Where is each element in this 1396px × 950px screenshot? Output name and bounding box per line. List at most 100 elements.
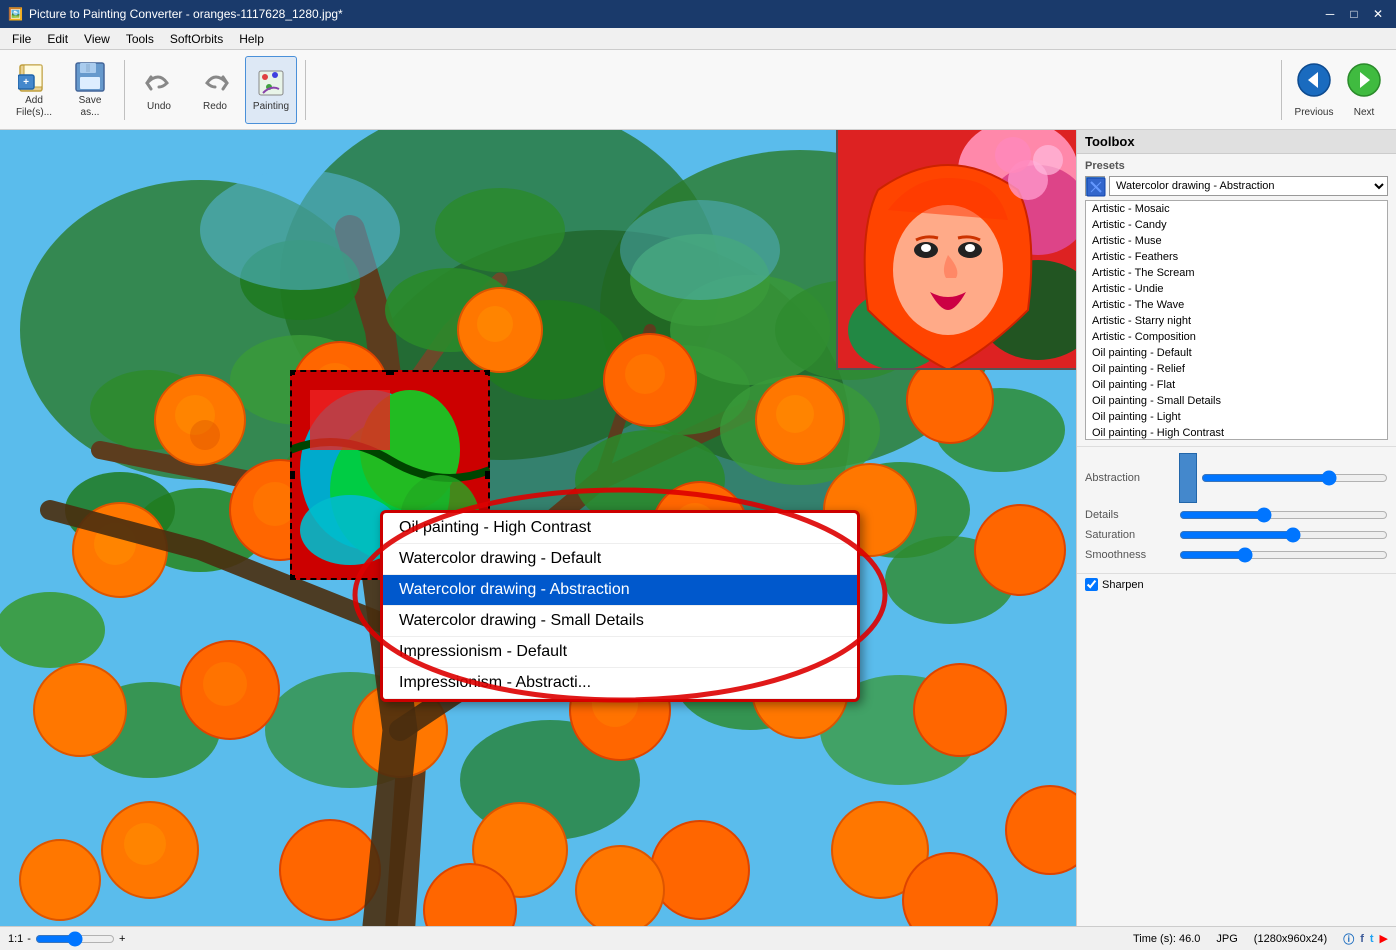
undo-button[interactable]: Undo bbox=[133, 56, 185, 124]
redo-button[interactable]: Redo bbox=[189, 56, 241, 124]
preset-item[interactable]: Oil painting - Default bbox=[1086, 345, 1387, 361]
smoothness-slider-row: Smoothness bbox=[1085, 547, 1388, 563]
preset-item[interactable]: Oil painting - Small Details bbox=[1086, 393, 1387, 409]
preset-item[interactable]: Oil painting - High Contrast bbox=[1086, 425, 1387, 440]
toolbox-header: Toolbox bbox=[1077, 130, 1396, 154]
preset-item[interactable]: Artistic - Composition bbox=[1086, 329, 1387, 345]
time-label: Time (s): 46.0 bbox=[1133, 933, 1200, 945]
preset-item[interactable]: Oil painting - Flat bbox=[1086, 377, 1387, 393]
sharpen-label[interactable]: Sharpen bbox=[1102, 579, 1144, 591]
save-as-button[interactable]: Saveas... bbox=[64, 56, 116, 124]
sharpen-checkbox[interactable] bbox=[1085, 578, 1098, 591]
undo-label: Undo bbox=[147, 101, 171, 112]
saturation-label: Saturation bbox=[1085, 529, 1175, 541]
details-slider-row: Details bbox=[1085, 507, 1388, 523]
title-bar: 🖼️ Picture to Painting Converter - orang… bbox=[0, 0, 1396, 28]
saturation-slider[interactable] bbox=[1179, 527, 1388, 543]
svg-text:+: + bbox=[23, 77, 29, 88]
menu-softorbits[interactable]: SoftOrbits bbox=[162, 30, 231, 48]
zoom-label: 1:1 bbox=[8, 933, 23, 945]
details-slider[interactable] bbox=[1179, 507, 1388, 523]
toolbox-title: Toolbox bbox=[1085, 134, 1135, 149]
toolbar-sep-1 bbox=[124, 60, 125, 120]
toolbar: + AddFile(s)... Saveas... Undo bbox=[0, 50, 1396, 130]
close-button[interactable]: ✕ bbox=[1368, 4, 1388, 24]
maximize-button[interactable]: □ bbox=[1344, 4, 1364, 24]
add-file-label: AddFile(s)... bbox=[16, 95, 52, 119]
menu-bar: File Edit View Tools SoftOrbits Help bbox=[0, 28, 1396, 50]
minimize-button[interactable]: ─ bbox=[1320, 4, 1340, 24]
dropdown-item-watercolor-abstraction[interactable]: Watercolor drawing - Abstraction bbox=[383, 575, 857, 606]
abstraction-slider-row: Abstraction bbox=[1085, 453, 1388, 503]
abstraction-slider[interactable] bbox=[1201, 470, 1388, 486]
redo-label: Redo bbox=[203, 101, 227, 112]
info-icon[interactable]: ⓘ bbox=[1343, 931, 1354, 947]
main-area: Oil painting - High Contrast Watercolor … bbox=[0, 130, 1396, 926]
preset-item[interactable]: Oil painting - Light bbox=[1086, 409, 1387, 425]
presets-section: Presets Watercolor drawing - Abstractio.… bbox=[1077, 154, 1396, 447]
undo-icon bbox=[143, 67, 175, 99]
youtube-icon[interactable]: ▶ bbox=[1380, 932, 1388, 945]
preset-dropdown[interactable]: Watercolor drawing - Abstractio... Artis… bbox=[1109, 176, 1388, 196]
preset-item[interactable]: Oil painting - Relief bbox=[1086, 361, 1387, 377]
preset-item[interactable]: Artistic - Mosaic bbox=[1086, 201, 1387, 217]
previous-icon bbox=[1296, 62, 1332, 105]
details-label: Details bbox=[1085, 509, 1175, 521]
twitter-icon[interactable]: t bbox=[1370, 933, 1374, 945]
menu-file[interactable]: File bbox=[4, 30, 39, 48]
large-dropdown-popup: Oil painting - High Contrast Watercolor … bbox=[380, 510, 860, 702]
toolbar-sep-2 bbox=[305, 60, 306, 120]
format-label: JPG bbox=[1216, 933, 1237, 945]
format-item: JPG bbox=[1216, 933, 1237, 945]
nav-area: Previous Next bbox=[1275, 56, 1388, 124]
preset-list: Artistic - Mosaic Artistic - Candy Artis… bbox=[1085, 200, 1388, 440]
preset-icon bbox=[1085, 176, 1105, 196]
preset-item[interactable]: Artistic - Feathers bbox=[1086, 249, 1387, 265]
menu-view[interactable]: View bbox=[76, 30, 118, 48]
previous-button[interactable]: Previous bbox=[1290, 56, 1338, 124]
zoom-plus-icon[interactable]: + bbox=[119, 933, 125, 945]
save-icon bbox=[74, 61, 106, 93]
saturation-slider-row: Saturation bbox=[1085, 527, 1388, 543]
menu-edit[interactable]: Edit bbox=[39, 30, 76, 48]
menu-help[interactable]: Help bbox=[231, 30, 272, 48]
redo-icon bbox=[199, 67, 231, 99]
smoothness-label: Smoothness bbox=[1085, 549, 1175, 561]
preset-item[interactable]: Artistic - The Wave bbox=[1086, 297, 1387, 313]
preset-item[interactable]: Artistic - Muse bbox=[1086, 233, 1387, 249]
save-as-label: Saveas... bbox=[79, 95, 102, 119]
presets-label: Presets bbox=[1085, 160, 1388, 172]
smoothness-slider[interactable] bbox=[1179, 547, 1388, 563]
zoom-minus-icon[interactable]: - bbox=[27, 933, 31, 945]
abstraction-label: Abstraction bbox=[1085, 472, 1175, 484]
dropdown-item-impressionism-default[interactable]: Impressionism - Default bbox=[383, 637, 857, 668]
dropdown-item-watercolor-default[interactable]: Watercolor drawing - Default bbox=[383, 544, 857, 575]
dropdown-item-watercolor-small[interactable]: Watercolor drawing - Small Details bbox=[383, 606, 857, 637]
painting-label: Painting bbox=[253, 101, 289, 112]
toolbox-panel: Toolbox Presets Watercolor drawing - Abs… bbox=[1076, 130, 1396, 926]
menu-tools[interactable]: Tools bbox=[118, 30, 162, 48]
preset-item[interactable]: Artistic - Starry night bbox=[1086, 313, 1387, 329]
zoom-slider[interactable] bbox=[35, 931, 115, 947]
app-title: Picture to Painting Converter - oranges-… bbox=[29, 7, 1320, 21]
dropdown-item-oil-high-contrast[interactable]: Oil painting - High Contrast bbox=[383, 513, 857, 544]
app-icon: 🖼️ bbox=[8, 7, 23, 21]
next-button[interactable]: Next bbox=[1340, 56, 1388, 124]
dropdown-item-impressionism-abstraction[interactable]: Impressionism - Abstracti... bbox=[383, 668, 857, 699]
canvas-area[interactable]: Oil painting - High Contrast Watercolor … bbox=[0, 130, 1076, 926]
sharpen-row: Sharpen bbox=[1077, 574, 1396, 595]
painting-button[interactable]: Painting bbox=[245, 56, 297, 124]
painting-icon bbox=[255, 67, 287, 99]
facebook-icon[interactable]: f bbox=[1360, 933, 1364, 945]
preset-item[interactable]: Artistic - Undie bbox=[1086, 281, 1387, 297]
preset-item[interactable]: Artistic - The Scream bbox=[1086, 265, 1387, 281]
previous-label: Previous bbox=[1295, 107, 1334, 118]
add-file-button[interactable]: + AddFile(s)... bbox=[8, 56, 60, 124]
preset-item[interactable]: Artistic - Candy bbox=[1086, 217, 1387, 233]
dimensions-item: (1280x960x24) bbox=[1254, 933, 1327, 945]
dimensions-label: (1280x960x24) bbox=[1254, 933, 1327, 945]
preset-row: Watercolor drawing - Abstractio... Artis… bbox=[1085, 176, 1388, 196]
time-item: Time (s): 46.0 bbox=[1133, 933, 1200, 945]
next-label: Next bbox=[1354, 107, 1375, 118]
social-icons: ⓘ f t ▶ bbox=[1343, 931, 1388, 947]
